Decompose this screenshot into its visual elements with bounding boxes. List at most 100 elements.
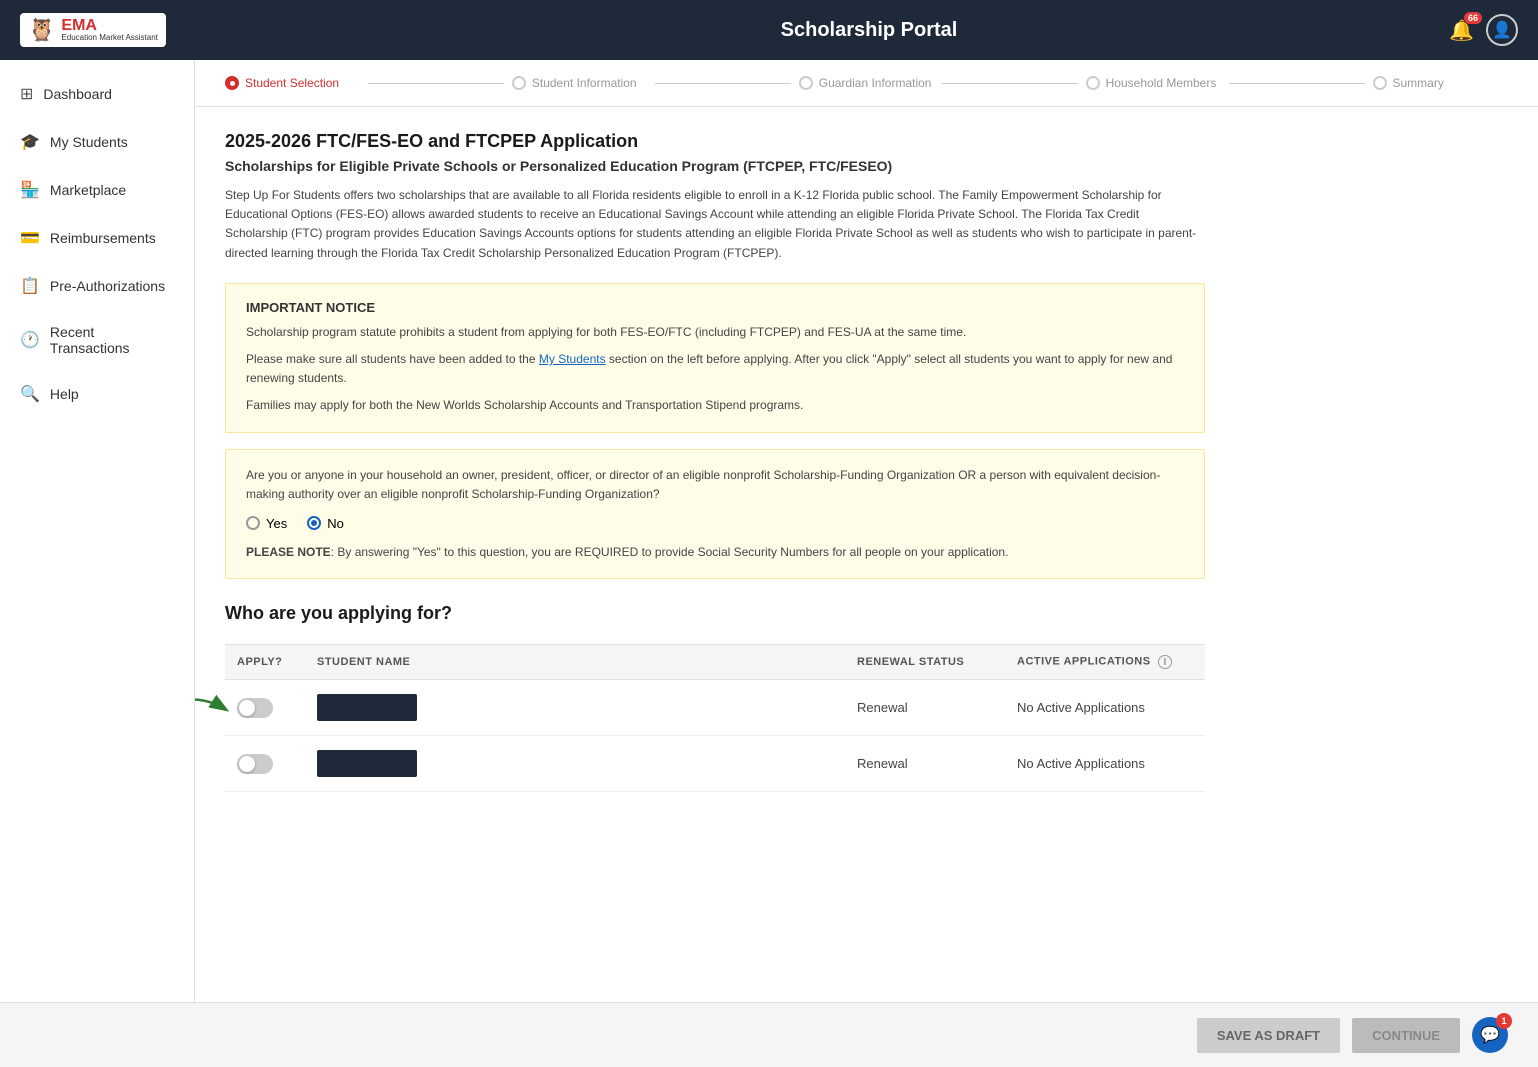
students-table: APPLY? STUDENT NAME RENEWAL STATUS ACTIV… <box>225 644 1205 792</box>
step-label-1: Student Selection <box>245 76 339 90</box>
radio-no[interactable]: No <box>307 516 344 531</box>
step-circle-5 <box>1373 76 1387 90</box>
logo-subtitle: Education Market Assistant <box>61 34 158 42</box>
table-cell-renewal-2: Renewal <box>845 736 1005 792</box>
notification-badge: 66 <box>1464 12 1482 24</box>
step-circle-4 <box>1086 76 1100 90</box>
applying-section-title: Who are you applying for? <box>225 603 1205 624</box>
step-line-3 <box>942 83 1077 84</box>
pre-auth-icon: 📋 <box>20 276 40 296</box>
page-title: Scholarship Portal <box>781 19 958 42</box>
logo-text: EMA Education Market Assistant <box>61 18 158 42</box>
important-notice-line-2: Please make sure all students have been … <box>246 350 1184 388</box>
toggle-student-1[interactable] <box>237 698 273 718</box>
footer: SAVE AS DRAFT CONTINUE 💬 1 <box>0 1002 1538 1067</box>
student-name-2 <box>317 750 417 777</box>
notification-button[interactable]: 🔔 66 <box>1449 18 1474 43</box>
table-cell-name-1 <box>305 680 845 736</box>
sidebar-item-label: Pre-Authorizations <box>50 278 165 294</box>
sidebar: ⊞ Dashboard 🎓 My Students 🏪 Marketplace … <box>0 60 195 1002</box>
stepper: Student Selection Student Information Gu… <box>195 60 1538 107</box>
transactions-icon: 🕐 <box>20 330 40 350</box>
students-icon: 🎓 <box>20 132 40 152</box>
application-subtitle: Scholarships for Eligible Private School… <box>225 158 1205 174</box>
sidebar-item-label: My Students <box>50 134 128 150</box>
toggle-student-2[interactable] <box>237 754 273 774</box>
help-icon: 🔍 <box>20 384 40 404</box>
application-description: Step Up For Students offers two scholars… <box>225 186 1205 263</box>
sidebar-item-marketplace[interactable]: 🏪 Marketplace <box>0 166 194 214</box>
sidebar-item-recent-transactions[interactable]: 🕐 Recent Transactions <box>0 310 194 370</box>
step-circle-3 <box>799 76 813 90</box>
table-row: Renewal No Active Applications <box>225 680 1205 736</box>
sidebar-item-pre-authorizations[interactable]: 📋 Pre-Authorizations <box>0 262 194 310</box>
step-line-1 <box>368 83 503 84</box>
sidebar-item-label: Reimbursements <box>50 230 156 246</box>
application-title: 2025-2026 FTC/FES-EO and FTCPEP Applicat… <box>225 131 1205 152</box>
student-name-1 <box>317 694 417 721</box>
dashboard-icon: ⊞ <box>20 84 33 104</box>
important-notice-box: IMPORTANT NOTICE Scholarship program sta… <box>225 283 1205 433</box>
step-circle-2 <box>512 76 526 90</box>
table-row: Renewal No Active Applications <box>225 736 1205 792</box>
step-summary[interactable]: Summary <box>1373 76 1508 90</box>
question-text: Are you or anyone in your household an o… <box>246 466 1184 504</box>
continue-button[interactable]: CONTINUE <box>1352 1018 1460 1053</box>
table-cell-active-2: No Active Applications <box>1005 736 1205 792</box>
please-note-label: PLEASE NOTE <box>246 545 331 559</box>
please-note-text: PLEASE NOTE: By answering "Yes" to this … <box>246 543 1184 562</box>
step-label-4: Household Members <box>1106 76 1217 90</box>
please-note-body: : By answering "Yes" to this question, y… <box>331 545 1009 559</box>
col-header-name: STUDENT NAME <box>305 645 845 680</box>
logo: 🦉 EMA Education Market Assistant <box>20 13 166 47</box>
sidebar-item-label: Marketplace <box>50 182 126 198</box>
sidebar-item-label: Dashboard <box>43 86 112 102</box>
radio-group: Yes No <box>246 516 1184 531</box>
main-layout: ⊞ Dashboard 🎓 My Students 🏪 Marketplace … <box>0 60 1538 1002</box>
help-badge: 1 <box>1496 1013 1512 1029</box>
step-student-information[interactable]: Student Information <box>512 76 647 90</box>
save-as-draft-button[interactable]: SAVE AS DRAFT <box>1197 1018 1340 1053</box>
header: 🦉 EMA Education Market Assistant Scholar… <box>0 0 1538 60</box>
user-profile-button[interactable]: 👤 <box>1486 14 1518 46</box>
step-student-selection[interactable]: Student Selection <box>225 76 360 90</box>
important-notice-line-3: Families may apply for both the New Worl… <box>246 396 1184 415</box>
step-label-5: Summary <box>1393 76 1444 90</box>
table-cell-apply-1 <box>225 680 305 736</box>
step-line-4 <box>1229 83 1364 84</box>
active-apps-info-icon[interactable]: i <box>1158 655 1172 669</box>
sidebar-item-my-students[interactable]: 🎓 My Students <box>0 118 194 166</box>
my-students-link[interactable]: My Students <box>539 352 606 366</box>
important-notice-line-1: Scholarship program statute prohibits a … <box>246 323 1184 342</box>
step-household-members[interactable]: Household Members <box>1086 76 1221 90</box>
owl-icon: 🦉 <box>28 17 55 43</box>
radio-yes-circle[interactable] <box>246 516 260 530</box>
step-label-2: Student Information <box>532 76 637 90</box>
step-guardian-information[interactable]: Guardian Information <box>799 76 934 90</box>
radio-no-label: No <box>327 516 344 531</box>
col-header-renewal: RENEWAL STATUS <box>845 645 1005 680</box>
content-area: Student Selection Student Information Gu… <box>195 60 1538 1002</box>
step-line-2 <box>655 83 790 84</box>
col-header-active-apps: ACTIVE APPLICATIONS i <box>1005 645 1205 680</box>
sidebar-item-reimbursements[interactable]: 💳 Reimbursements <box>0 214 194 262</box>
sidebar-item-label: Recent Transactions <box>50 324 174 356</box>
question-box: Are you or anyone in your household an o… <box>225 449 1205 580</box>
radio-yes[interactable]: Yes <box>246 516 287 531</box>
table-cell-apply-2 <box>225 736 305 792</box>
radio-yes-label: Yes <box>266 516 287 531</box>
important-notice-title: IMPORTANT NOTICE <box>246 300 1184 315</box>
help-chat-button[interactable]: 💬 1 <box>1472 1017 1508 1053</box>
logo-box: 🦉 EMA Education Market Assistant <box>20 13 166 47</box>
logo-ema: EMA <box>61 18 158 34</box>
step-circle-1 <box>225 76 239 90</box>
table-cell-renewal-1: Renewal <box>845 680 1005 736</box>
sidebar-item-help[interactable]: 🔍 Help <box>0 370 194 418</box>
marketplace-icon: 🏪 <box>20 180 40 200</box>
page-content: 2025-2026 FTC/FES-EO and FTCPEP Applicat… <box>195 107 1235 836</box>
header-icons: 🔔 66 👤 <box>1449 14 1518 46</box>
sidebar-item-dashboard[interactable]: ⊞ Dashboard <box>0 70 194 118</box>
radio-no-circle[interactable] <box>307 516 321 530</box>
sidebar-item-label: Help <box>50 386 79 402</box>
step-label-3: Guardian Information <box>819 76 932 90</box>
